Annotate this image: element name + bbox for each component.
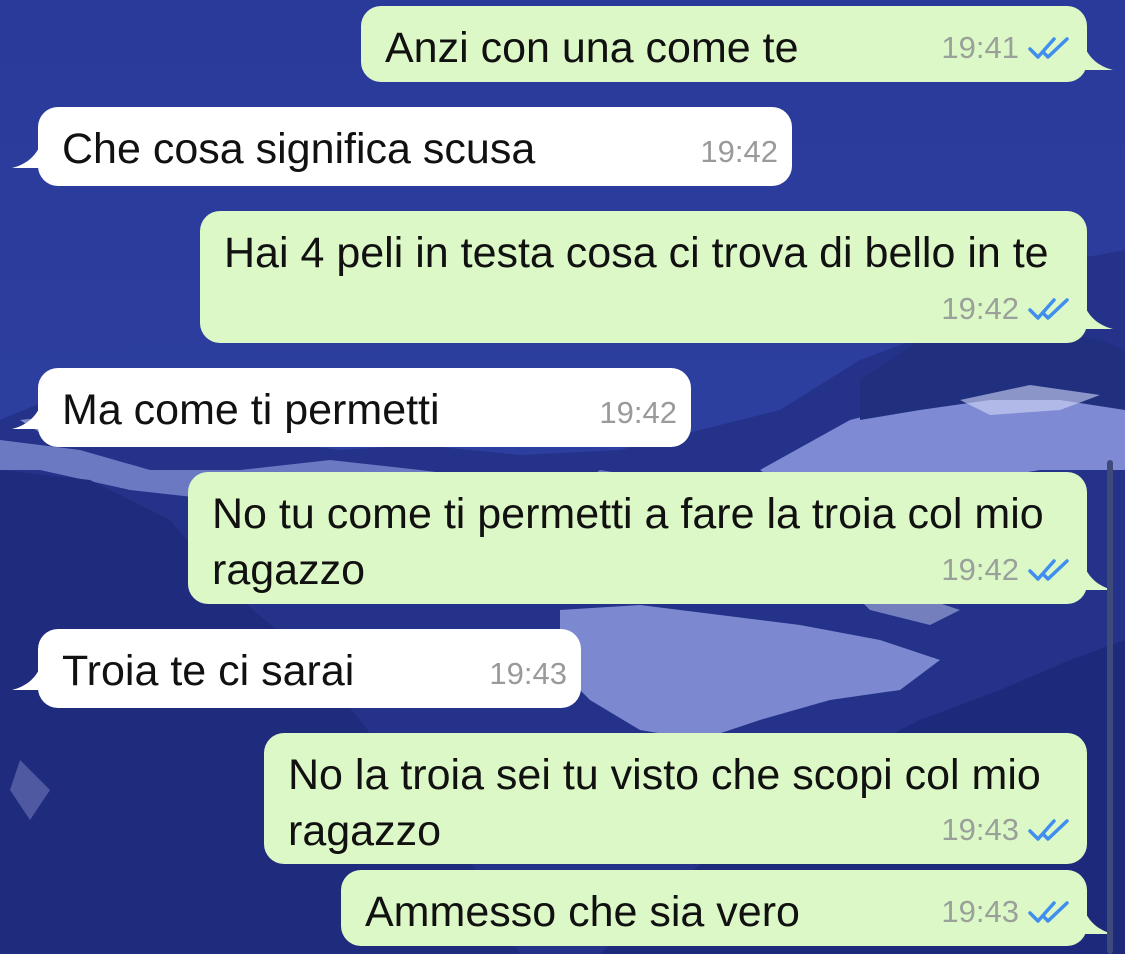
message-text: Troia te ci sarai: [62, 647, 355, 695]
double-check-read-icon: [1028, 37, 1069, 59]
message-text: Hai 4 peli in testa cosa ci trova di bel…: [224, 229, 1049, 277]
message-time: 19:43: [489, 656, 567, 691]
message-bubble-incoming[interactable]: Ma come ti permetti 19:42: [12, 368, 691, 447]
message-text: No tu come ti permetti a fare la troia c…: [212, 490, 1056, 594]
message-meta: 19:42: [599, 385, 677, 441]
message-meta: 19:42: [941, 281, 1073, 337]
message-time: 19:42: [700, 134, 778, 169]
message-meta: 19:43: [941, 884, 1073, 940]
message-meta: 19:42: [941, 542, 1073, 598]
message-time: 19:42: [941, 552, 1019, 587]
message-bubble-incoming[interactable]: Troia te ci sarai 19:43: [12, 629, 581, 708]
message-time: 19:43: [941, 812, 1019, 847]
message-bubble-incoming[interactable]: Che cosa significa scusa 19:42: [12, 107, 792, 186]
message-meta: 19:43: [941, 802, 1073, 858]
double-check-read-icon: [1028, 559, 1069, 581]
message-bubble-outgoing[interactable]: Hai 4 peli in testa cosa ci trova di bel…: [200, 211, 1113, 343]
bubble-tail: [1083, 42, 1113, 70]
message-time: 19:42: [941, 291, 1019, 326]
message-bubble-outgoing[interactable]: No la troia sei tu visto che scopi col m…: [264, 733, 1087, 864]
message-text: Che cosa significa scusa: [62, 125, 536, 173]
bubble-tail: [1083, 301, 1113, 329]
message-bubble-outgoing[interactable]: Anzi con una come te 19:41: [361, 6, 1113, 82]
message-time: 19:42: [599, 395, 677, 430]
message-meta: 19:42: [700, 124, 778, 180]
message-text: Ma come ti permetti: [62, 386, 440, 434]
double-check-read-icon: [1028, 901, 1069, 923]
bubble-tail: [12, 662, 42, 690]
message-time: 19:41: [941, 30, 1019, 65]
message-meta: 19:43: [489, 646, 567, 702]
message-time: 19:43: [941, 894, 1019, 929]
double-check-read-icon: [1028, 298, 1069, 320]
bubble-tail: [12, 140, 42, 168]
message-bubble-outgoing[interactable]: No tu come ti permetti a fare la troia c…: [188, 472, 1113, 604]
chat-scrollbar[interactable]: [1107, 460, 1113, 954]
double-check-read-icon: [1028, 819, 1069, 841]
message-bubble-outgoing[interactable]: Ammesso che sia vero 19:43: [341, 870, 1113, 946]
bubble-tail: [12, 401, 42, 429]
message-meta: 19:41: [941, 20, 1073, 76]
